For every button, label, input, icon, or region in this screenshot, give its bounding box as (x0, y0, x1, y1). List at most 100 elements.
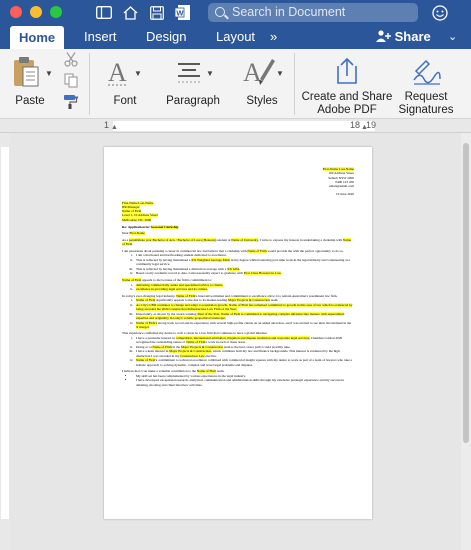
paragraph-button[interactable]: ▼ Paragraph (162, 53, 224, 113)
p2c: would provide me with the perfect opport… (266, 248, 344, 253)
paragraph-dropdown-icon: ▼ (206, 69, 214, 78)
list-item: This is reflected by having maintained a… (134, 257, 354, 267)
styles-dropdown-icon: ▼ (276, 69, 284, 78)
ruler-text-area (113, 121, 375, 131)
create-share-adobe-pdf-button[interactable]: Create and Share Adobe PDF (298, 53, 396, 117)
home-icon[interactable] (121, 4, 139, 21)
list-commitments: delivering commercially astute and speci… (134, 282, 354, 292)
share-button[interactable]: Share (376, 25, 431, 49)
p2a: I am passionate about pursuing a career … (122, 248, 248, 253)
list3-3-tail: . (148, 324, 150, 329)
close-window-button[interactable] (10, 6, 22, 18)
paste-label: Paste (15, 95, 45, 107)
list-firm-strengths: Name of Firm significantly appeals to me… (134, 298, 354, 329)
word-doc-icon[interactable]: W (174, 4, 192, 21)
subject-role: Seasonal Clerkship (150, 224, 179, 229)
scrollbar-thumb[interactable] (463, 143, 469, 443)
document-page[interactable]: First-Name Last-Name 100 Address Street … (104, 147, 372, 519)
sender-email: email@email.com (329, 184, 354, 188)
clipboard-icon (12, 55, 42, 94)
chevron-down-icon[interactable]: ⌄ (448, 30, 457, 43)
paste-button[interactable]: ▼ Paste (8, 53, 53, 113)
list-item: excellence in providing legal services a… (134, 287, 354, 292)
list-item: Importantly, as shown by the award-winni… (134, 311, 354, 321)
paragraph-intro: As a penultimate year Bachelor of Arts /… (122, 237, 354, 247)
p3b: appeals to me because of the firm's comm… (141, 277, 212, 282)
list-item: Name of Firm's commitment to technical e… (134, 358, 354, 367)
recipient-city: Melbourne VIC 3000 (122, 217, 152, 222)
list1-2: This is reflected by having maintained a… (136, 266, 228, 271)
ribbon-tab-row: Home Insert Design Layout » Share ⌄ (0, 25, 471, 49)
sender-block: First-Name Last-Name 100 Address Street … (122, 167, 354, 188)
list3-0-tail: team. (269, 298, 279, 303)
list1-tail-2: . (239, 266, 241, 271)
search-icon (215, 7, 225, 17)
sidebar-toggle-icon[interactable] (95, 4, 113, 21)
styles-icon: A (242, 55, 276, 92)
list1-0: I am a motivated and hardworking student… (136, 253, 227, 258)
ruler-marker-19: 19 (366, 120, 377, 130)
svg-text:W: W (176, 9, 184, 18)
list-item: Name of Firm's strong track record and i… (134, 320, 354, 330)
list1-hl-1: XX Weighted Average Mark (191, 257, 230, 262)
font-label: Font (113, 95, 137, 107)
share-label: Share (394, 29, 431, 44)
smiley-feedback-icon[interactable] (431, 4, 449, 21)
zoom-window-button[interactable] (50, 6, 62, 18)
request-signatures-button[interactable]: Request Signatures (396, 53, 456, 117)
list1-hl-2: XX GPA (227, 266, 240, 271)
minimize-window-button[interactable] (30, 6, 42, 18)
styles-button[interactable]: A ▼ Styles (236, 53, 288, 113)
paste-dropdown-icon[interactable]: ▼ (45, 69, 53, 78)
paragraph-align-icon (176, 61, 202, 88)
font-button[interactable]: A ▼ Font (100, 53, 150, 113)
list3-0-hl2: Major Projects & Construction (228, 298, 270, 303)
p3a: Name of Firm (122, 277, 142, 282)
tab-home[interactable]: Home (10, 26, 65, 49)
horizontal-ruler[interactable]: 1 ▲ 18 ▲ 19 (0, 119, 471, 133)
list4-1-hl2: Major Projects & Construction (181, 344, 223, 349)
tab-design[interactable]: Design (146, 25, 186, 49)
list4-1-pre: Doing so at (136, 344, 153, 349)
document-canvas[interactable]: First-Name Last-Name 100 Address Street … (10, 133, 461, 550)
p1d: Name of University (231, 237, 258, 242)
search-placeholder: Search in Document (232, 5, 346, 19)
list4-1-post: in the (171, 344, 182, 349)
list1-tail-3: . (280, 271, 282, 276)
tab-overflow-chevron-icon[interactable]: » (270, 25, 277, 49)
p1b: penultimate year Bachelor of Arts / Bach… (128, 237, 217, 242)
letter-body[interactable]: First-Name Last-Name 100 Address Street … (122, 167, 354, 389)
tab-layout[interactable]: Layout (216, 25, 255, 49)
paragraph-passion: I am passionate about pursuing a career … (122, 248, 354, 253)
cut-icon[interactable] (64, 52, 78, 72)
recipient-block: First-Name Last-Name HR Manager Name of … (122, 200, 354, 222)
list-academic: I am a motivated and hardworking student… (134, 253, 354, 276)
search-input[interactable]: Search in Document (208, 3, 418, 22)
ribbon-home: ▼ Paste A ▼ Font ▼ Paragraph A ▼ Styles (0, 49, 471, 119)
vertical-ruler[interactable] (0, 133, 10, 550)
ruler-indent-marker-icon[interactable]: ▲ (111, 124, 118, 131)
share-pdf-icon (335, 57, 359, 90)
list4-2-hl2: Construction Law (180, 353, 205, 358)
letter-date: 19 June 2020 (335, 192, 354, 197)
copy-icon[interactable] (64, 73, 78, 93)
vertical-ruler-text-area (1, 147, 9, 519)
list3-0-text: significantly appeals to me due to its m… (155, 298, 229, 303)
ruler-marker-18: 18 (350, 120, 361, 130)
paragraph-appeal: Name of Firm appeals to me because of th… (122, 277, 354, 282)
format-painter-icon[interactable] (63, 94, 79, 114)
list3-1-hl: As City's CBD continues to change and ad… (136, 302, 353, 312)
tab-insert[interactable]: Insert (84, 25, 117, 49)
save-icon[interactable] (148, 4, 166, 21)
recipient-street: Level 1, 10 Address Street (122, 213, 158, 218)
ribbon-separator (294, 53, 295, 115)
list1-hl-3: First Class Honours in Law (243, 271, 281, 276)
list3-3-text: strong track record and its experience w… (157, 320, 352, 325)
add-person-icon (376, 29, 395, 44)
paragraph-label: Paragraph (166, 95, 220, 107)
list4-0-hl2: Name of Firm (186, 340, 206, 345)
p6a: I believe that I can make a valuable con… (122, 369, 197, 374)
list4-1-hl: Name of Firm (152, 344, 172, 349)
p4b: Name of Firm (176, 293, 196, 298)
list3-3-hl2: X merger (136, 324, 149, 329)
